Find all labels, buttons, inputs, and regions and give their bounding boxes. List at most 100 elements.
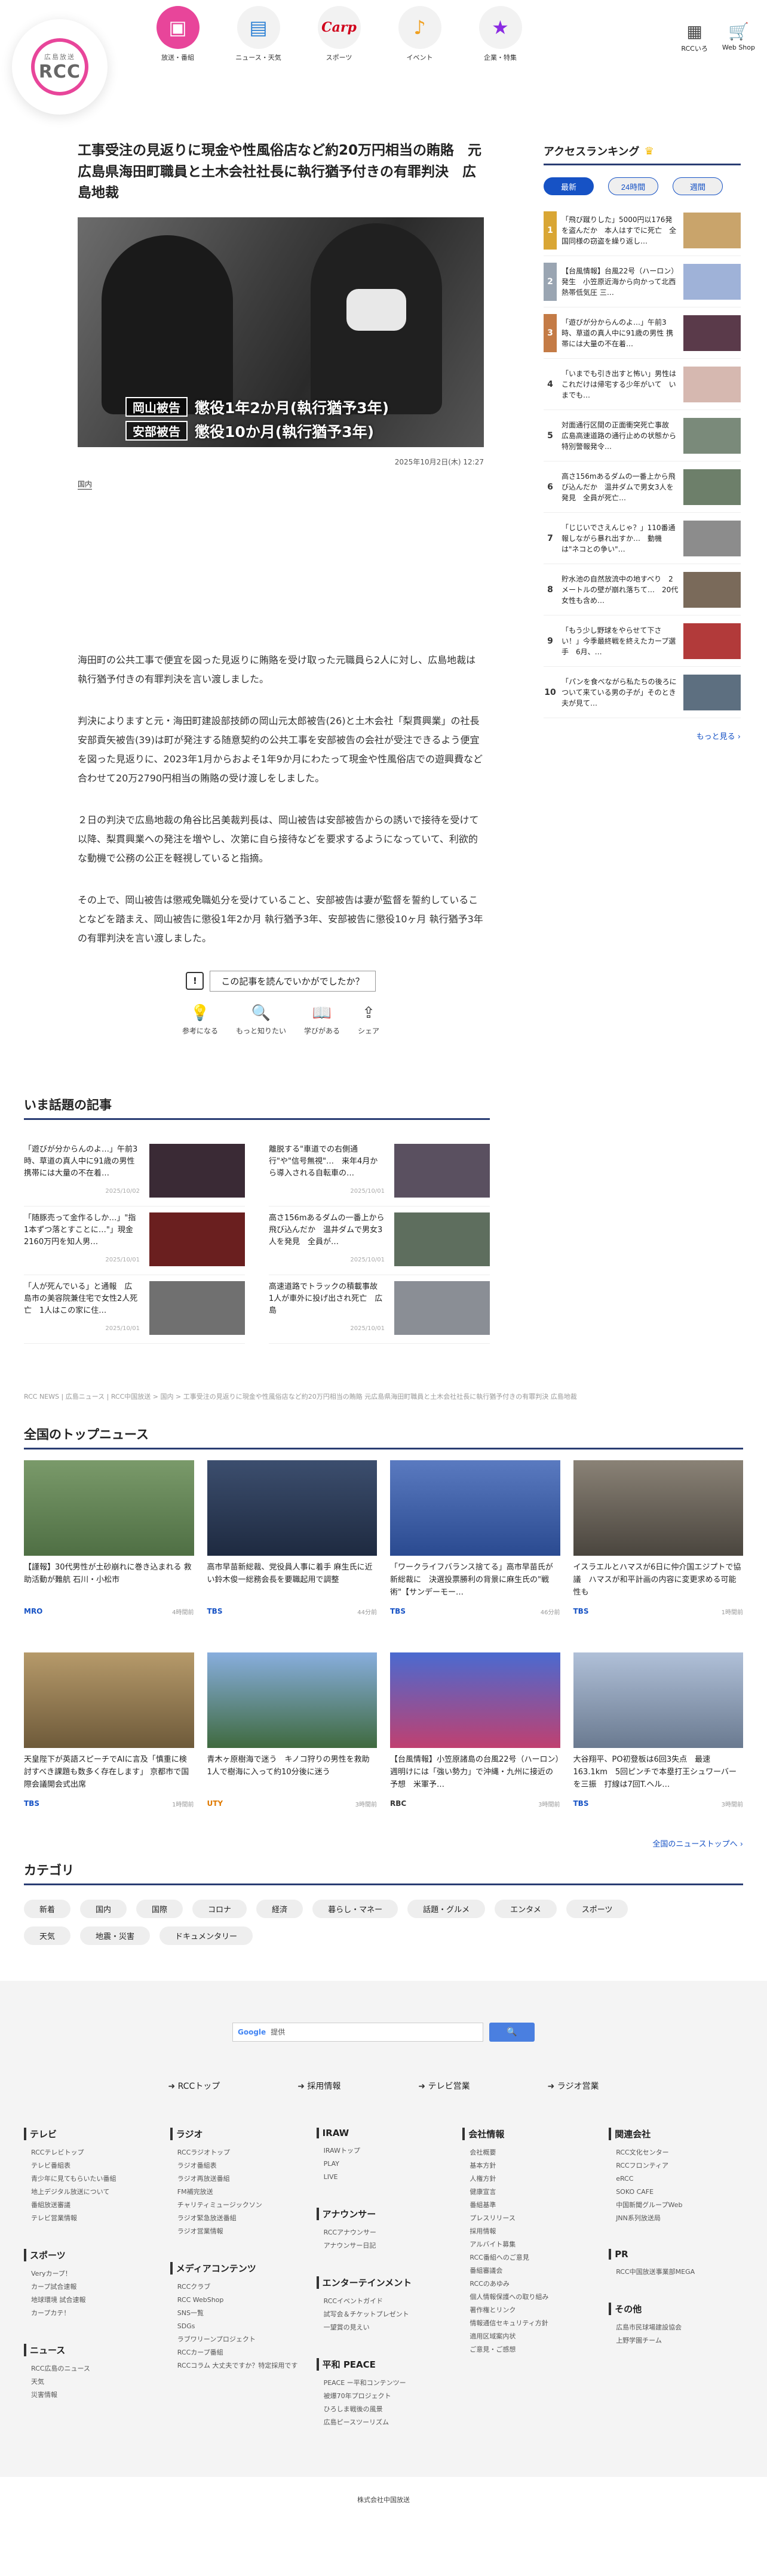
footer-link[interactable]: 個人情報保護への取り組み [462,2291,597,2304]
nav-item-sports[interactable]: Carp スポーツ [299,6,379,62]
footer-link[interactable]: テレビ番組表 [24,2159,158,2172]
category-chip[interactable]: 新着 [24,1899,71,1918]
footer-link[interactable]: テレビ営業情報 [24,2212,158,2225]
trending-item[interactable]: 「遊びが分からんのよ…」午前3時、草道の真人中に91歳の男性 携帯には大量の不在… [24,1138,245,1207]
footer-link[interactable]: チャリティミュージックソン [170,2199,305,2212]
category-chip[interactable]: コロナ [192,1899,247,1918]
footer-link[interactable]: ラジオ営業情報 [170,2225,305,2238]
trending-item[interactable]: 離脱する"車道での右側通行"や"信号無視"… 来年4月から導入される自転車の… 2… [269,1138,490,1207]
footer-link[interactable]: 広島ピースツーリズム [317,2416,451,2429]
footer-link[interactable]: JNN系列放送局 [609,2212,743,2225]
footer-group-heading[interactable]: アナウンサー [316,2207,451,2220]
footer-link[interactable]: 上野学園チーム [609,2334,743,2347]
footer-link[interactable]: 著作権とリンク [462,2304,597,2317]
footer-link[interactable]: RCC文化センター [609,2146,743,2159]
ranking-item[interactable]: 8 貯水池の自然放流中の地すべり 2メートルの壁が崩れ落ちて… 20代女性も含め… [544,564,741,615]
want-more-button[interactable]: 🔍 もっと知りたい [236,1004,286,1036]
tab-24h[interactable]: 24時間 [608,177,658,195]
footer-link-rcc-top[interactable]: RCCトップ [168,2080,220,2092]
footer-link-tv-sales[interactable]: テレビ営業 [418,2080,470,2092]
footer-group-heading[interactable]: IRAW [316,2127,451,2138]
footer-link[interactable]: LIVE [317,2171,451,2184]
category-tag[interactable]: 国内 [78,479,93,490]
category-chip[interactable]: 暮らし・マネー [312,1899,398,1918]
footer-group-heading[interactable]: スポーツ [24,2248,158,2261]
footer-link[interactable]: RCCクラブ [170,2280,305,2294]
footer-link[interactable]: 災害情報 [24,2389,158,2402]
news-card[interactable]: 【謹報】30代男性が土砂崩れに巻き込まれる 救助活動が難航 石川・小松市 MRO 4… [24,1460,194,1639]
footer-link[interactable]: SOKO CAFE [609,2186,743,2199]
footer-group-heading[interactable]: その他 [609,2302,743,2315]
footer-link[interactable]: 試写会＆チケットプレゼント [317,2308,451,2321]
tab-weekly[interactable]: 週間 [673,177,723,195]
national-news-more-link[interactable]: 全国のニューストップへ › [24,1838,743,1849]
footer-link[interactable]: 天気 [24,2375,158,2389]
share-button[interactable]: ⇪ シェア [358,1004,379,1036]
ranking-item[interactable]: 10 「パンを食べながら私たちの後ろについて来ている男の子が」そのとき夫が見て… [544,667,741,718]
footer-link[interactable]: カープカテ！ [24,2307,158,2320]
trending-item[interactable]: 「随豚売って金作るしか…」"指1本ずつ落とすことに…"」現金2160万円を知人男… [24,1207,245,1275]
footer-link[interactable]: FM補完放送 [170,2186,305,2199]
news-card[interactable]: イスラエルとハマスが6日に仲介国エジプトで協議 ハマスが和平計画の内容に変更求め… [573,1460,743,1639]
footer-link[interactable]: 被爆70年プロジェクト [317,2390,451,2403]
category-chip[interactable]: 国際 [136,1899,183,1918]
footer-link[interactable]: 番組放送審議 [24,2199,158,2212]
rcc-apps-link[interactable]: ▦ RCCいろ [681,21,707,53]
ranking-item[interactable]: 2 【台風情報】台風22号（ハーロン）発生 小笠原近海から向かって北西 熱帯低気圧… [544,256,741,307]
nav-item-corporate[interactable]: ★ 企業・特集 [460,6,541,62]
news-card[interactable]: 【台風情報】小笠原諸島の台風22号（ハーロン）週明けには「強い勢力」で沖縄・九州… [390,1652,560,1832]
news-card[interactable]: 「ワークライフバランス捨てる」高市早苗氏が新総裁に 決選投票勝利の背景に麻生氏の… [390,1460,560,1639]
footer-link[interactable]: RCC広島のニュース [24,2362,158,2375]
ranking-item[interactable]: 7 「じじいでさえんじゃ？」110番通報しながら暴れ出すか… 動機は"ネコとの争い… [544,513,741,564]
ranking-item[interactable]: 4 「いまでも引き出すと怖い」男性はこれだけは帰宅する少年がいて いまでも… [544,359,741,410]
footer-link[interactable]: 番組審議会 [462,2264,597,2278]
category-chip[interactable]: スポーツ [566,1899,628,1918]
category-chip[interactable]: 経済 [256,1899,303,1918]
ranking-item[interactable]: 6 高さ156mあるダムの一番上から飛び込んだか 温井ダムで男女3人を発見 全員が… [544,461,741,513]
category-chip[interactable]: 国内 [80,1899,127,1918]
ranking-item[interactable]: 5 対面通行区間の正面衝突死亡事故 広島高速道路の通行止めの状態から特別警報発令… [544,410,741,461]
footer-link[interactable]: RCCアナウンサー [317,2226,451,2239]
footer-group-heading[interactable]: ラジオ [170,2127,305,2140]
footer-link[interactable]: RCCのあゆみ [462,2278,597,2291]
footer-link[interactable]: 番組基準 [462,2199,597,2212]
footer-group-heading[interactable]: PR [609,2248,743,2260]
category-chip[interactable]: 話題・グルメ [407,1899,486,1918]
footer-link[interactable]: PLAY [317,2158,451,2171]
footer-link-recruit[interactable]: 採用情報 [297,2080,340,2092]
footer-link[interactable]: RCC番組へのご意見 [462,2251,597,2264]
footer-link[interactable]: RCCフロンティア [609,2159,743,2172]
footer-link[interactable]: アナウンサー日記 [317,2239,451,2252]
news-card[interactable]: 高市早苗新総裁、党役員人事に着手 麻生氏に近い鈴木俊一総務会長を要職起用で調整 T… [207,1460,377,1639]
footer-link[interactable]: RCCコラム 大丈夫ですか？特定採用です [170,2359,305,2372]
footer-link[interactable]: 健康宣言 [462,2186,597,2199]
nav-item-broadcast[interactable]: ▣ 放送・番組 [137,6,218,62]
rcc-logo[interactable]: 広島放送 RCC [12,19,108,115]
ranking-more-link[interactable]: もっと見る › [544,730,741,741]
footer-link[interactable]: eRCC [609,2172,743,2186]
footer-group-heading[interactable]: 会社情報 [462,2127,597,2140]
category-chip[interactable]: 地震・災害 [80,1926,151,1945]
footer-link[interactable]: ラジオ緊急放送番組 [170,2212,305,2225]
nav-item-news[interactable]: ▤ ニュース・天気 [218,6,299,62]
footer-link[interactable]: 青少年に見てもらいたい番組 [24,2172,158,2186]
news-card[interactable]: 青木ヶ原樹海で迷う キノコ狩りの男性を救助 1人で樹海に入って約10分後に迷う U… [207,1652,377,1832]
webshop-link[interactable]: 🛒 Web Shop [722,21,755,53]
news-card[interactable]: 大谷翔平、PO初登板は6回3失点 最速163.1km 5回ピンチで本塁打王シュワ… [573,1652,743,1832]
learned-button[interactable]: 📖 学びがある [304,1004,340,1036]
footer-link[interactable]: 広島市民球場建設協会 [609,2321,743,2334]
news-card[interactable]: 天皇陛下が英語スピーチでAIに言及「慎重に検討すべき課題も数多く存在します」 京… [24,1652,194,1832]
trending-item[interactable]: 「人が死んでいる」と通報 広島市の美容院兼住宅で女性2人死亡 1人はこの家に住…… [24,1275,245,1344]
footer-link[interactable]: ラブワリーンプロジェクト [170,2333,305,2346]
footer-link[interactable]: SNS一覧 [170,2307,305,2320]
footer-link[interactable]: RCC中国放送事業部MEGA [609,2266,743,2279]
footer-link[interactable]: 基本方針 [462,2159,597,2172]
search-button[interactable]: 🔍 [489,2022,535,2042]
footer-link[interactable]: RCC WebShop [170,2294,305,2307]
category-chip[interactable]: ドキュメンタリー [159,1926,253,1945]
nav-item-events[interactable]: ♪ イベント [379,6,460,62]
footer-link[interactable]: プレスリリース [462,2212,597,2225]
footer-link[interactable]: 人権方針 [462,2172,597,2186]
ranking-item[interactable]: 9 「もう少し野球をやらせて下さい！」今季最終戦を終えたカープ選手 6月、… [544,615,741,667]
footer-link[interactable]: ご意見・ご感想 [462,2343,597,2356]
